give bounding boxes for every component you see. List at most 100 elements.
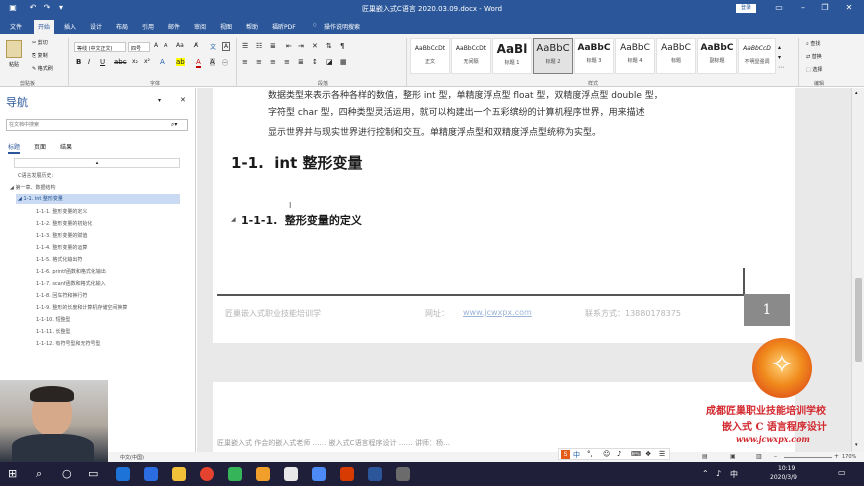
tray-volume-icon[interactable]: ♪	[716, 469, 721, 478]
ime-mic-icon[interactable]: ♪	[617, 450, 621, 458]
scroll-up-arrow-icon[interactable]: ▴	[855, 90, 858, 96]
tab-mailings[interactable]: 邮件	[168, 22, 180, 31]
language-indicator[interactable]: 中文(中国)	[120, 454, 144, 461]
styles-scroll-down-icon[interactable]: ▾	[778, 54, 781, 61]
phonetic-guide-icon[interactable]: 文	[210, 42, 216, 51]
ime-keyboard-icon[interactable]: ⌨	[631, 450, 641, 458]
style-subtitle[interactable]: AaBbC 副标题	[697, 38, 737, 74]
decrease-indent-icon[interactable]: ⇤	[286, 42, 292, 50]
italic-icon[interactable]: I	[88, 58, 90, 66]
nav-heading-item[interactable]: 1-1-9. 整形的长度和计算机存储空间换算	[36, 304, 127, 311]
nav-heading-item[interactable]: 1-1-10. 短整型	[36, 316, 71, 323]
font-name-select[interactable]: 等线 (中文正文)	[74, 42, 126, 52]
store-icon[interactable]	[116, 467, 130, 481]
font-color-icon[interactable]: A	[196, 58, 201, 68]
clear-formatting-icon[interactable]: A̸	[194, 42, 198, 49]
highlight-icon[interactable]: ab	[176, 58, 185, 66]
nav-heading-item[interactable]: C语言发展历史:	[18, 172, 53, 179]
subscript-icon[interactable]: x₂	[132, 58, 138, 65]
nav-heading-item[interactable]: 1-1-4. 整形变量的运算	[36, 244, 87, 251]
justify-icon[interactable]: ≡	[284, 58, 290, 66]
clock-date[interactable]: 2020/3/9	[770, 474, 797, 481]
line-spacing-icon[interactable]: ↕	[312, 58, 318, 66]
align-left-icon[interactable]: ≡	[242, 58, 248, 66]
increase-indent-icon[interactable]: ⇥	[298, 42, 304, 50]
tab-view[interactable]: 视图	[220, 22, 232, 31]
align-right-icon[interactable]: ≡	[270, 58, 276, 66]
clock-time[interactable]: 10:19	[778, 465, 795, 472]
style-no-spacing[interactable]: AaBbCcDt 无间隔	[451, 38, 491, 74]
tab-insert[interactable]: 插入	[64, 22, 76, 31]
tab-headings[interactable]: 标题	[8, 142, 21, 154]
word-icon[interactable]	[368, 467, 382, 481]
collapse-triangle-icon[interactable]: ◢	[18, 196, 22, 202]
cut-button[interactable]: ✂ 剪切	[32, 39, 48, 46]
search-icon[interactable]: ⌕▾	[171, 121, 177, 129]
borders-icon[interactable]: ▦	[340, 58, 347, 66]
close-pane-icon[interactable]: ✕	[180, 96, 186, 104]
nav-heading-item[interactable]: 1-1-5. 格式化输出符	[36, 256, 82, 263]
styles-scroll-up-icon[interactable]: ▴	[778, 44, 781, 51]
search-icon[interactable]: ⌕	[36, 467, 42, 481]
chrome-icon[interactable]	[200, 467, 214, 481]
nav-heading-item-selected[interactable]: ◢ 1-1. int 整形变量	[18, 195, 63, 202]
paste-icon[interactable]	[6, 40, 22, 58]
ime-skin-icon[interactable]: ❖	[645, 450, 651, 458]
start-icon[interactable]: ⊞	[8, 467, 17, 480]
nav-heading-item[interactable]: 1-1-6. printf函数和格式化输出	[36, 268, 106, 275]
ime-chinese-icon[interactable]: 中	[573, 450, 580, 460]
zoom-slider[interactable]	[784, 457, 832, 458]
app-icon[interactable]	[228, 467, 242, 481]
tray-ime-icon[interactable]: 中	[730, 469, 738, 480]
select-button[interactable]: ⬚ 选择	[806, 66, 822, 73]
scroll-up-button[interactable]: ▴	[14, 158, 180, 168]
text-effects-icon[interactable]: A	[160, 58, 165, 66]
close-icon[interactable]: ✕	[844, 3, 854, 13]
nav-heading-item[interactable]: 1-1-11. 长整型	[36, 328, 71, 335]
tab-help[interactable]: 帮助	[246, 22, 258, 31]
web-layout-icon[interactable]: ▥	[756, 453, 762, 460]
ime-punct-icon[interactable]: °,	[587, 450, 593, 458]
tell-me-search[interactable]: 操作说明搜索	[324, 22, 360, 31]
shading-icon[interactable]: ◪	[326, 58, 333, 66]
nav-search-input[interactable]	[7, 120, 167, 130]
style-heading-4[interactable]: AaBbC 标题 4	[615, 38, 655, 74]
ribbon-display-icon[interactable]: ▭	[774, 3, 784, 13]
nav-heading-item[interactable]: 1-1-2. 整形变量的初始化	[36, 220, 92, 227]
nav-heading-item[interactable]: ◢ 第一章、数据结构	[10, 184, 55, 191]
document-page[interactable]: 数据类型来表示各种各样的数值，整形 int 型，单精度浮点型 float 型，双…	[213, 88, 795, 343]
bold-icon[interactable]: B	[76, 58, 81, 66]
underline-icon[interactable]: U	[100, 58, 105, 66]
minimize-icon[interactable]: –	[798, 3, 808, 13]
multilevel-list-icon[interactable]: ≣	[270, 42, 276, 50]
file-explorer-icon[interactable]	[172, 467, 186, 481]
style-heading-1[interactable]: AaBl 标题 1	[492, 38, 532, 74]
scroll-down-arrow-icon[interactable]: ▾	[855, 442, 858, 448]
app-icon[interactable]	[284, 467, 298, 481]
replace-button[interactable]: ⇄ 替换	[806, 53, 822, 60]
show-marks-icon[interactable]: ¶	[340, 42, 344, 50]
tab-layout[interactable]: 布局	[116, 22, 128, 31]
app-icon[interactable]	[396, 467, 410, 481]
tray-network-icon[interactable]: ⌃	[702, 469, 709, 478]
nav-heading-item[interactable]: 1-1-12. 有符号型和无符号型	[36, 340, 101, 347]
character-shading-icon[interactable]: A	[210, 58, 215, 66]
document-page-2[interactable]: 匠巢嵌入式 作会的嵌入式老师 …… 嵌入式C语言程序设计 …… 讲师：杨…	[213, 382, 795, 462]
enclose-characters-icon[interactable]: ㊀	[222, 58, 228, 67]
tab-home[interactable]: 开始	[34, 20, 55, 34]
zoom-level[interactable]: 170%	[842, 454, 856, 460]
distributed-icon[interactable]: ≣	[298, 58, 304, 66]
login-button[interactable]: 登录	[736, 4, 756, 13]
bullets-icon[interactable]: ☰	[242, 42, 248, 50]
style-normal[interactable]: AaBbCcDt 正文	[410, 38, 450, 74]
zoom-out-icon[interactable]: –	[774, 453, 777, 460]
nav-search-box[interactable]: ⌕▾	[6, 119, 188, 131]
strikethrough-icon[interactable]: abc	[114, 58, 127, 66]
style-heading-2[interactable]: AaBbC 标题 2	[533, 38, 573, 74]
collapse-triangle-icon[interactable]: ◢	[10, 185, 14, 191]
zoom-in-icon[interactable]: +	[834, 453, 839, 460]
tab-pages[interactable]: 页面	[34, 142, 46, 151]
ime-menu-icon[interactable]: ☰	[659, 450, 665, 458]
focus-mode-icon[interactable]: ▤	[702, 453, 708, 460]
superscript-icon[interactable]: x²	[144, 58, 150, 65]
